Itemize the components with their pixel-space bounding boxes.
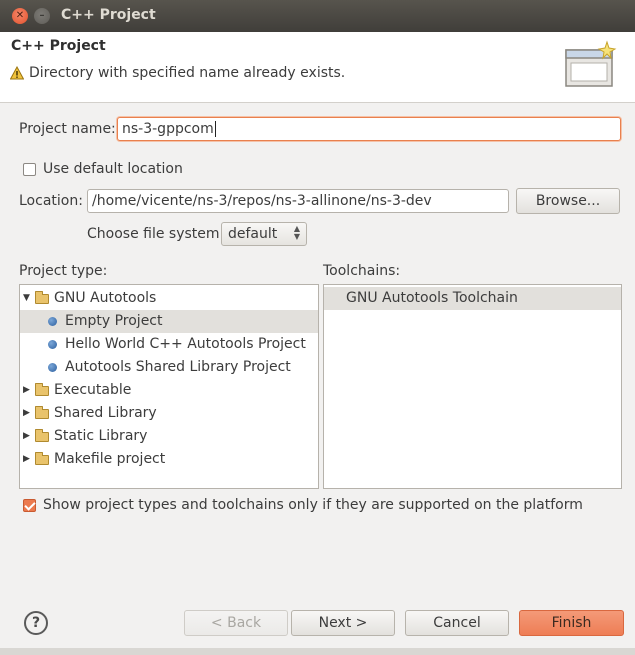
collapsed-arrow-icon[interactable]: ▶ bbox=[23, 425, 30, 448]
finish-button[interactable]: Finish bbox=[519, 610, 624, 636]
help-icon[interactable]: ? bbox=[24, 611, 48, 635]
project-template-icon bbox=[48, 317, 57, 326]
tree-item-label: Autotools Shared Library Project bbox=[65, 359, 291, 375]
window-title: C++ Project bbox=[61, 7, 156, 23]
tree-item-makefile-project[interactable]: ▶ Makefile project bbox=[20, 448, 318, 471]
toolchain-item-label: GNU Autotools Toolchain bbox=[346, 290, 518, 306]
folder-icon bbox=[35, 383, 49, 396]
back-button[interactable]: < Back bbox=[184, 610, 288, 636]
tree-item-label: Shared Library bbox=[54, 405, 157, 421]
tree-item-label: Makefile project bbox=[54, 451, 166, 467]
location-value: /home/vicente/ns-3/repos/ns-3-allinone/n… bbox=[92, 193, 432, 209]
collapsed-arrow-icon[interactable]: ▶ bbox=[23, 402, 30, 425]
browse-button[interactable]: Browse... bbox=[516, 188, 620, 214]
tree-item-executable[interactable]: ▶ Executable bbox=[20, 379, 318, 402]
file-system-select[interactable]: default ▲ ▼ bbox=[221, 222, 307, 246]
collapsed-arrow-icon[interactable]: ▶ bbox=[23, 379, 30, 402]
project-template-icon bbox=[48, 363, 57, 372]
toolchains-label: Toolchains: bbox=[323, 263, 401, 279]
file-system-value: default bbox=[228, 226, 278, 242]
toolchain-item-gnu-autotools[interactable]: GNU Autotools Toolchain bbox=[324, 287, 621, 310]
expanded-arrow-icon[interactable]: ▼ bbox=[23, 287, 30, 310]
project-type-label: Project type: bbox=[19, 263, 108, 279]
tree-item-label: GNU Autotools bbox=[54, 290, 157, 306]
use-default-location-checkbox[interactable] bbox=[23, 163, 36, 176]
project-name-value: ns-3-gppcom bbox=[122, 121, 214, 137]
wizard-title: C++ Project bbox=[11, 38, 106, 54]
project-template-icon bbox=[48, 340, 57, 349]
text-caret bbox=[214, 121, 216, 137]
collapsed-arrow-icon[interactable]: ▶ bbox=[23, 448, 30, 471]
close-window-icon[interactable]: ✕ bbox=[12, 8, 28, 24]
tree-item-gnu-autotools[interactable]: ▼ GNU Autotools bbox=[20, 287, 318, 310]
tree-item-label: Hello World C++ Autotools Project bbox=[65, 336, 306, 352]
warning-icon bbox=[10, 66, 24, 80]
wizard-header: C++ Project Directory with specified nam… bbox=[0, 32, 635, 103]
project-name-input[interactable]: ns-3-gppcom bbox=[117, 117, 621, 141]
use-default-location-label: Use default location bbox=[43, 161, 183, 177]
supported-only-checkbox[interactable] bbox=[23, 499, 36, 512]
next-button[interactable]: Next > bbox=[291, 610, 395, 636]
tree-item-hello-world[interactable]: Hello World C++ Autotools Project bbox=[20, 333, 318, 356]
tree-item-shared-library-project[interactable]: Autotools Shared Library Project bbox=[20, 356, 318, 379]
tree-item-static-library[interactable]: ▶ Static Library bbox=[20, 425, 318, 448]
project-type-tree[interactable]: ▼ GNU Autotools Empty Project Hello Worl… bbox=[19, 284, 319, 489]
minimize-window-icon[interactable]: – bbox=[34, 8, 50, 24]
tree-item-empty-project[interactable]: Empty Project bbox=[20, 310, 318, 333]
toolchains-list[interactable]: GNU Autotools Toolchain bbox=[323, 284, 622, 489]
folder-icon bbox=[35, 452, 49, 465]
folder-icon bbox=[35, 291, 49, 304]
folder-icon bbox=[35, 429, 49, 442]
supported-only-label: Show project types and toolchains only i… bbox=[43, 497, 583, 513]
tree-item-shared-library[interactable]: ▶ Shared Library bbox=[20, 402, 318, 425]
select-arrows-icon: ▲ ▼ bbox=[293, 224, 300, 241]
cancel-button[interactable]: Cancel bbox=[405, 610, 509, 636]
window-bottom-edge bbox=[0, 648, 635, 655]
tree-item-label: Static Library bbox=[54, 428, 148, 444]
tree-item-label: Empty Project bbox=[65, 313, 163, 329]
folder-icon bbox=[35, 406, 49, 419]
wizard-message: Directory with specified name already ex… bbox=[29, 65, 346, 81]
location-label: Location: bbox=[19, 193, 83, 209]
location-input[interactable]: /home/vicente/ns-3/repos/ns-3-allinone/n… bbox=[87, 189, 509, 213]
tree-item-label: Executable bbox=[54, 382, 132, 398]
project-name-label: Project name: bbox=[19, 121, 116, 137]
wizard-banner-icon bbox=[565, 40, 617, 87]
file-system-label: Choose file system: bbox=[87, 226, 225, 242]
title-bar: ✕ – C++ Project bbox=[0, 0, 635, 32]
